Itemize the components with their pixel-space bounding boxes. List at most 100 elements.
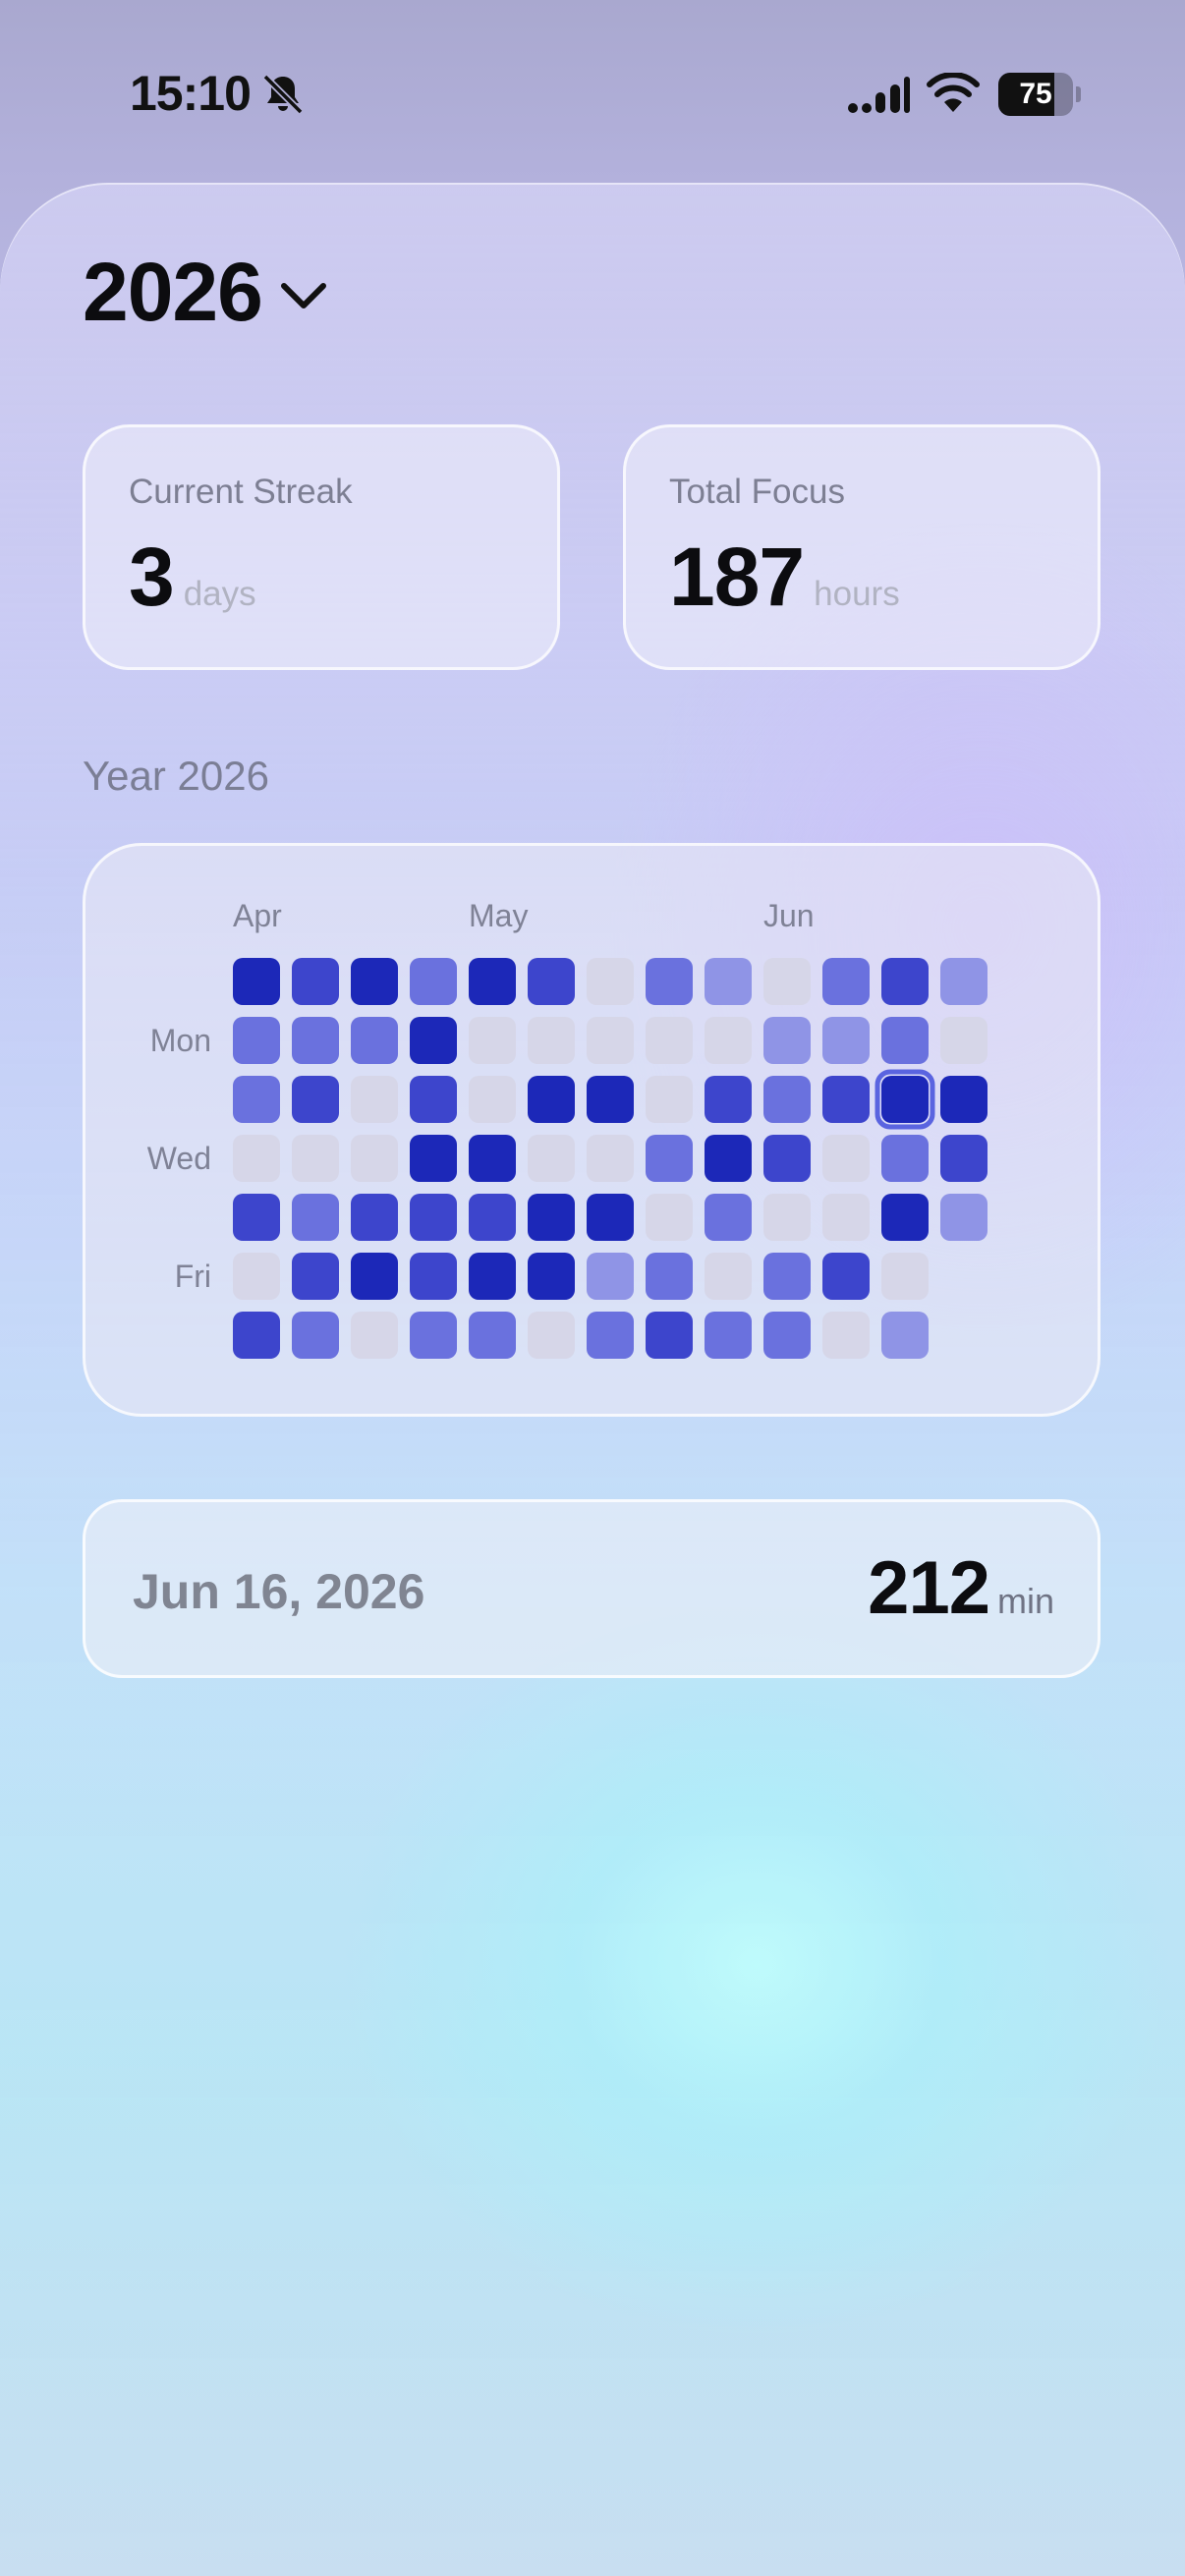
heatmap-cell[interactable]: [587, 1312, 634, 1359]
heatmap-cell[interactable]: [292, 1312, 339, 1359]
heatmap-cell[interactable]: [705, 958, 752, 1005]
heatmap-cell[interactable]: [292, 1076, 339, 1123]
heatmap-cell[interactable]: [940, 1194, 988, 1241]
year-selector[interactable]: 2026: [83, 246, 331, 338]
heatmap-cell[interactable]: [351, 1312, 398, 1359]
heatmap-cell[interactable]: [351, 958, 398, 1005]
heatmap-cell[interactable]: [587, 1194, 634, 1241]
heatmap-cell[interactable]: [705, 1253, 752, 1300]
heatmap-cell[interactable]: [822, 1135, 870, 1182]
heatmap-cell[interactable]: [528, 1017, 575, 1064]
total-focus-unit: hours: [814, 575, 900, 613]
heatmap-cell[interactable]: [233, 1135, 280, 1182]
heatmap-cell[interactable]: [528, 1312, 575, 1359]
heatmap-cell[interactable]: [881, 1194, 929, 1241]
selected-day-value: 212: [868, 1546, 990, 1630]
heatmap-cell[interactable]: [351, 1135, 398, 1182]
heatmap-cell[interactable]: [646, 1017, 693, 1064]
heatmap-cell[interactable]: [292, 1253, 339, 1300]
total-focus-label: Total Focus: [669, 473, 845, 511]
heatmap-cell[interactable]: [705, 1194, 752, 1241]
heatmap-cell[interactable]: [292, 1194, 339, 1241]
heatmap-cell[interactable]: [351, 1017, 398, 1064]
heatmap-cell[interactable]: [881, 1017, 929, 1064]
heatmap-cell[interactable]: [881, 958, 929, 1005]
heatmap-cell[interactable]: [705, 1017, 752, 1064]
heatmap-cell[interactable]: [763, 1194, 811, 1241]
heatmap-cell[interactable]: [233, 1194, 280, 1241]
current-streak-label: Current Streak: [129, 473, 353, 511]
heatmap-cell[interactable]: [233, 1076, 280, 1123]
heatmap-cell[interactable]: [940, 1017, 988, 1064]
heatmap-cell[interactable]: [351, 1253, 398, 1300]
heatmap-cell[interactable]: [410, 1253, 457, 1300]
heatmap-cell[interactable]: [705, 1312, 752, 1359]
total-focus-value: 187: [669, 531, 805, 623]
heatmap-cell[interactable]: [292, 958, 339, 1005]
heatmap-cell[interactable]: [410, 958, 457, 1005]
heatmap-cell[interactable]: [646, 1194, 693, 1241]
heatmap-cell[interactable]: [646, 1135, 693, 1182]
heatmap-cell[interactable]: [763, 1076, 811, 1123]
heatmap-cell[interactable]: [940, 958, 988, 1005]
heatmap-cell[interactable]: [410, 1194, 457, 1241]
heatmap-cell[interactable]: [822, 1312, 870, 1359]
heatmap-cell[interactable]: [705, 1135, 752, 1182]
heatmap-cell[interactable]: [940, 1076, 988, 1123]
heatmap-cell[interactable]: [351, 1194, 398, 1241]
heatmap-cell[interactable]: [646, 1076, 693, 1123]
heatmap-cell[interactable]: [233, 1017, 280, 1064]
heatmap-cell[interactable]: [410, 1135, 457, 1182]
heatmap-cell[interactable]: [646, 1312, 693, 1359]
heatmap-cell[interactable]: [233, 1312, 280, 1359]
bell-slash-icon: [262, 74, 304, 115]
heatmap-cell[interactable]: [646, 958, 693, 1005]
heatmap-cell[interactable]: [822, 1076, 870, 1123]
status-bar: 15:10 75: [0, 0, 1185, 187]
heatmap-cell[interactable]: [881, 1253, 929, 1300]
heatmap-cell[interactable]: [469, 1312, 516, 1359]
heatmap-grid: Apr May Jun Mon Wed Fri: [147, 898, 988, 1359]
heatmap-cell[interactable]: [233, 958, 280, 1005]
heatmap-cell[interactable]: [410, 1076, 457, 1123]
heatmap-cell[interactable]: [940, 1135, 988, 1182]
heatmap-cell[interactable]: [469, 1076, 516, 1123]
heatmap-cell[interactable]: [292, 1017, 339, 1064]
heatmap-cell[interactable]: [822, 1194, 870, 1241]
heatmap-cell[interactable]: [587, 958, 634, 1005]
heatmap-cell[interactable]: [763, 1312, 811, 1359]
heatmap-cell[interactable]: [646, 1253, 693, 1300]
heatmap-cell[interactable]: [528, 1135, 575, 1182]
heatmap-cell[interactable]: [822, 958, 870, 1005]
heatmap-cell[interactable]: [469, 1194, 516, 1241]
heatmap-cell[interactable]: [528, 1076, 575, 1123]
heatmap-cell[interactable]: [705, 1076, 752, 1123]
heatmap-cell[interactable]: [587, 1017, 634, 1064]
heatmap-cell[interactable]: [587, 1076, 634, 1123]
heatmap-cell[interactable]: [469, 1017, 516, 1064]
heatmap-cell[interactable]: [410, 1312, 457, 1359]
heatmap-cell[interactable]: [822, 1253, 870, 1300]
month-label: Jun: [763, 898, 815, 933]
heatmap-cell[interactable]: [469, 1135, 516, 1182]
heatmap-cell[interactable]: [528, 1253, 575, 1300]
heatmap-cell[interactable]: [763, 1017, 811, 1064]
heatmap-cell-selected[interactable]: [881, 1076, 929, 1123]
heatmap-cell[interactable]: [881, 1135, 929, 1182]
heatmap-cell[interactable]: [351, 1076, 398, 1123]
heatmap-cell[interactable]: [763, 1135, 811, 1182]
heatmap-cell[interactable]: [469, 1253, 516, 1300]
heatmap-cell[interactable]: [233, 1253, 280, 1300]
heatmap-cell[interactable]: [763, 1253, 811, 1300]
heatmap-cell[interactable]: [881, 1312, 929, 1359]
heatmap-cell[interactable]: [469, 958, 516, 1005]
heatmap-cell[interactable]: [822, 1017, 870, 1064]
heatmap-cell[interactable]: [292, 1135, 339, 1182]
heatmap-cell[interactable]: [763, 958, 811, 1005]
total-focus-card: Total Focus 187 hours: [623, 424, 1100, 670]
heatmap-cell[interactable]: [528, 1194, 575, 1241]
heatmap-cell[interactable]: [528, 958, 575, 1005]
heatmap-cell[interactable]: [587, 1253, 634, 1300]
heatmap-cell[interactable]: [410, 1017, 457, 1064]
heatmap-cell[interactable]: [587, 1135, 634, 1182]
